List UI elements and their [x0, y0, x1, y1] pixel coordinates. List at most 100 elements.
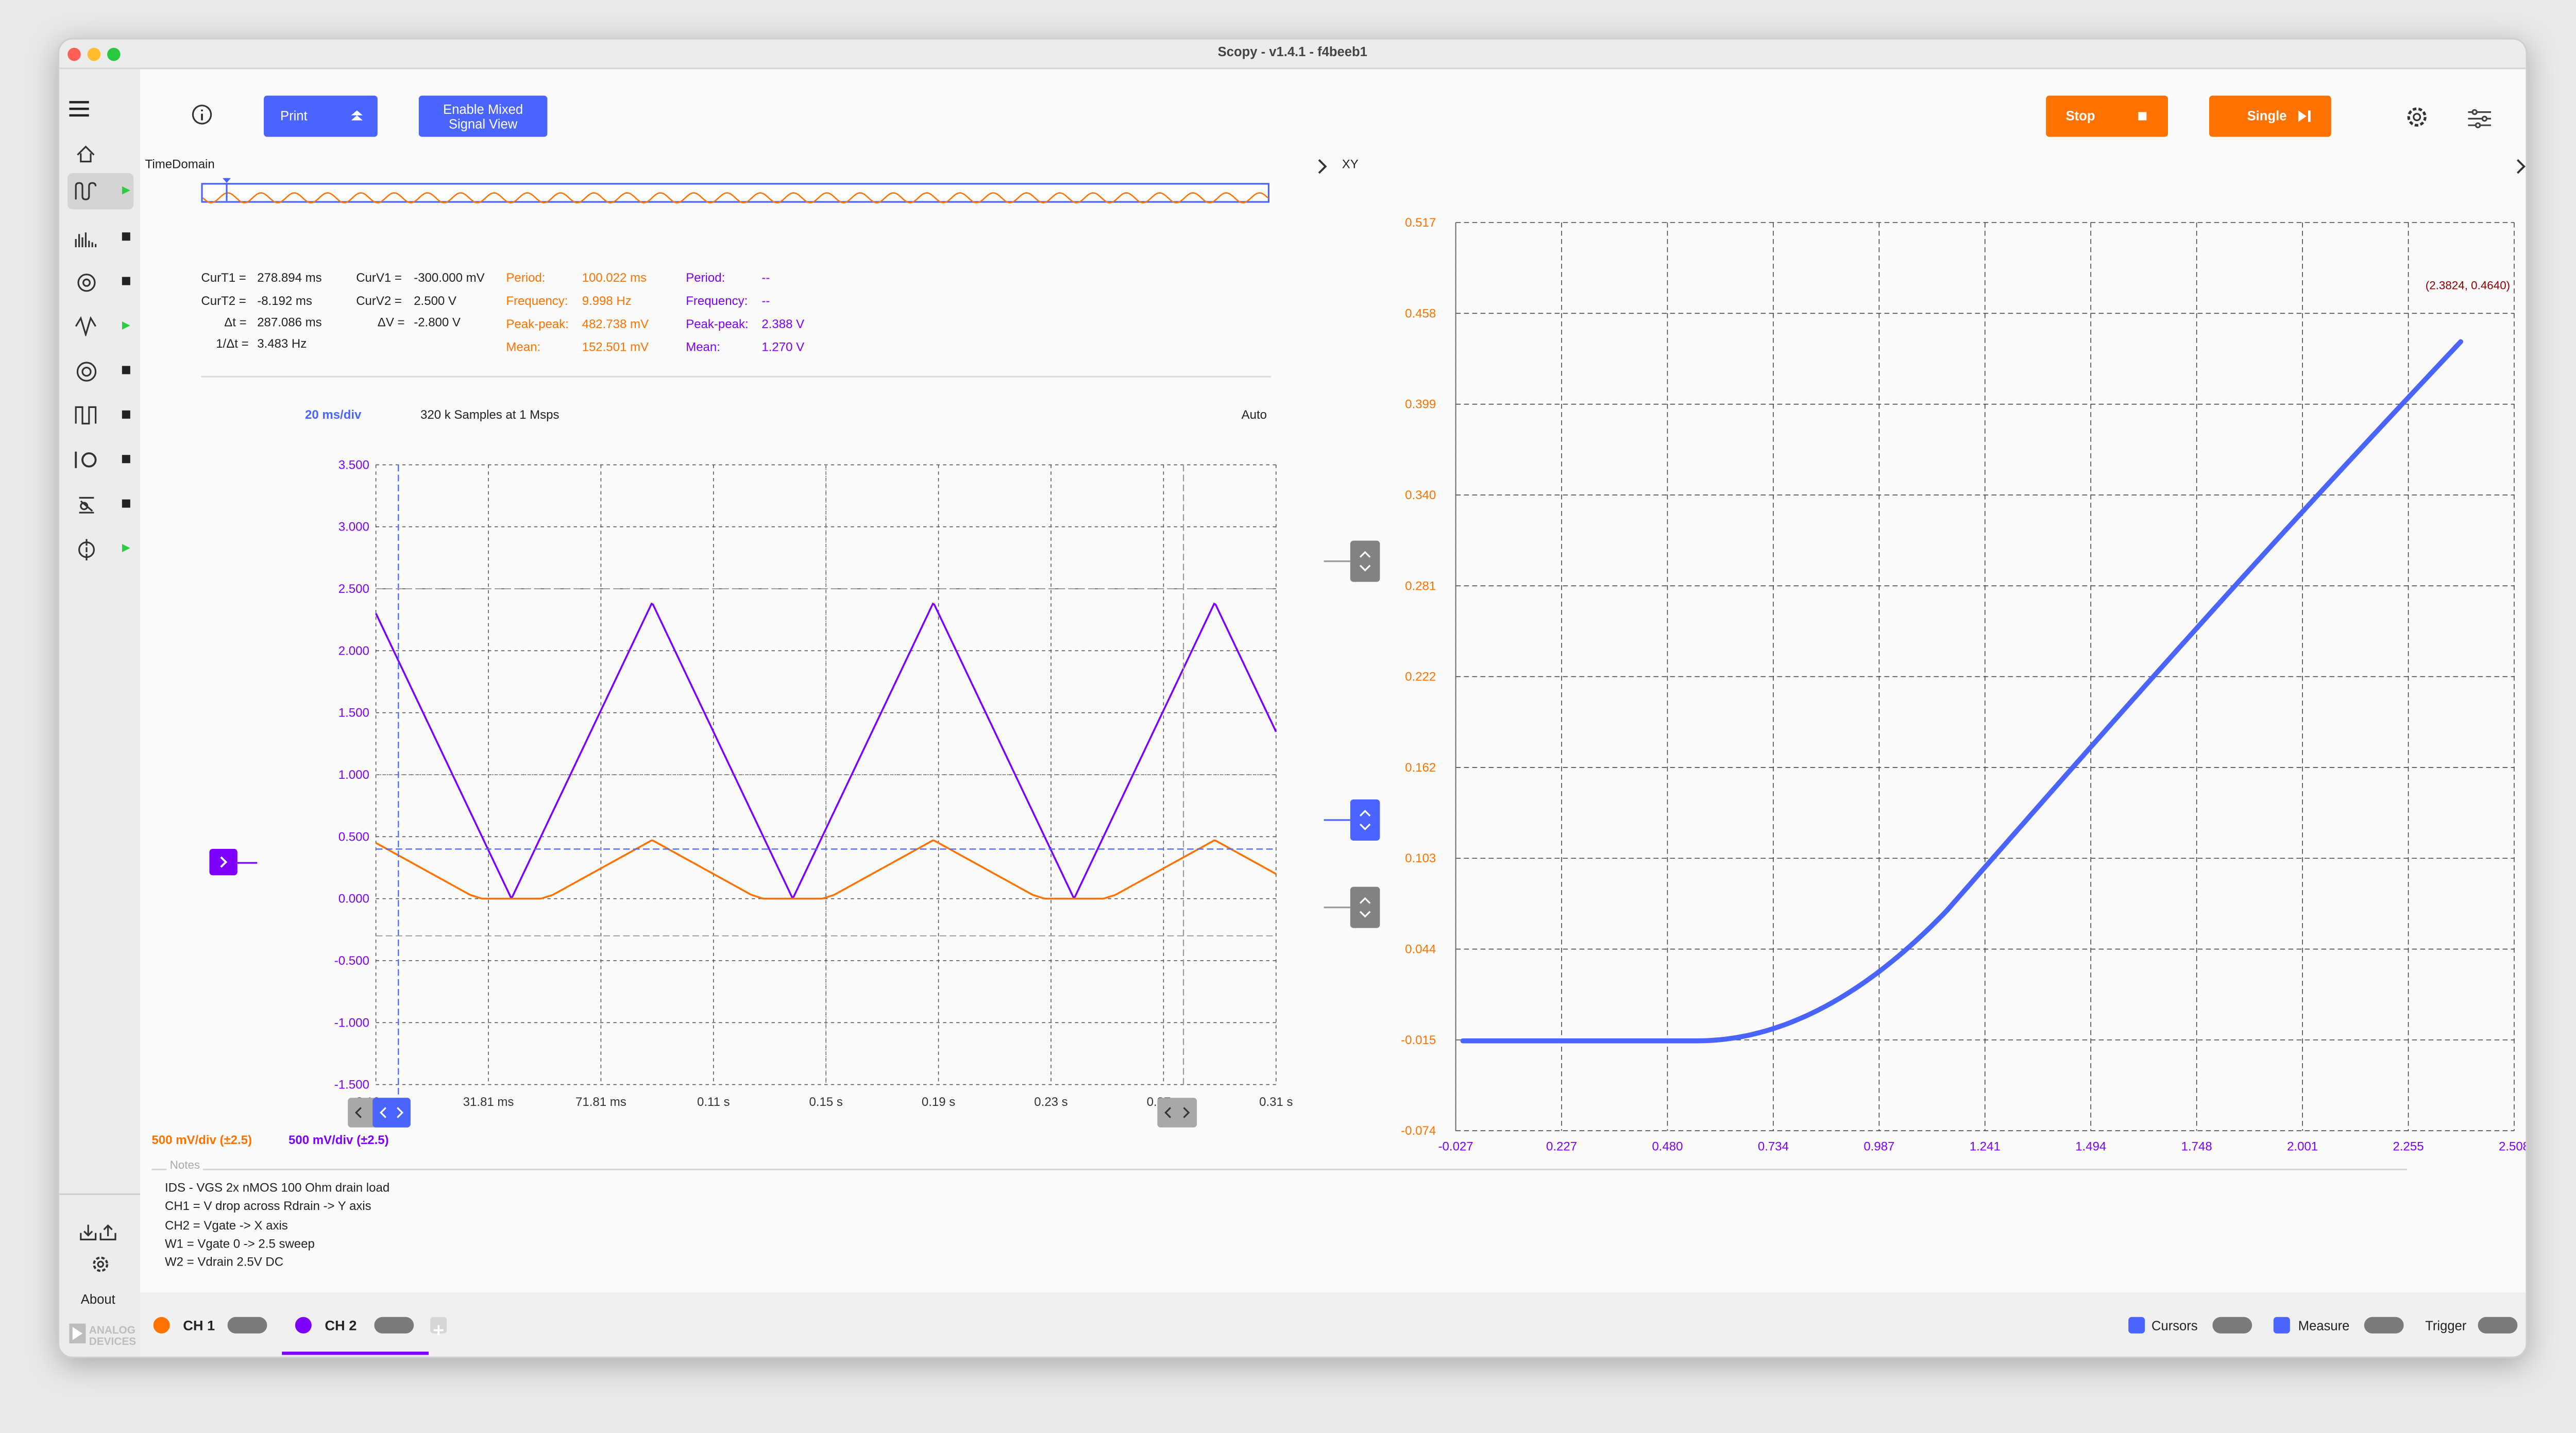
ch1-scale-label[interactable]: 500 mV/div (±2.5) [151, 1132, 252, 1147]
chevron-right-icon[interactable] [1316, 158, 1329, 175]
network-analyzer-icon [67, 271, 104, 293]
ch2-peak-value: 2.388 V [761, 316, 805, 332]
curT1-label: CurT1 = [201, 270, 246, 285]
ch1-frequency-label: Frequency: [506, 293, 568, 309]
enable-mixed-signal-button[interactable]: Enable Mixed Signal View [418, 95, 548, 137]
xy-x-tick-label: 0.734 [1758, 1140, 1789, 1154]
add-channel-button[interactable] [430, 1317, 447, 1336]
x-tick-label: 0.31 s [1259, 1095, 1293, 1109]
notes-title: Notes [166, 1160, 204, 1172]
spectrum-icon [67, 228, 104, 247]
xy-x-tick-label: -0.027 [1438, 1140, 1473, 1154]
ch1-peak-label: Peak-peak: [506, 316, 569, 332]
ch1-label[interactable]: CH 1 [183, 1317, 215, 1334]
chevron-right-icon[interactable] [2514, 158, 2528, 175]
svg-text:DEVICES: DEVICES [89, 1336, 136, 1347]
stop-icon [2138, 112, 2147, 121]
xy-y-tick-label: -0.074 [1401, 1124, 1436, 1138]
sidebar-item-oscilloscope[interactable] [67, 173, 134, 210]
stopped-indicator-icon [122, 366, 130, 374]
about-label[interactable]: About [81, 1292, 115, 1307]
ch2-scale-label[interactable]: 500 mV/div (±2.5) [289, 1132, 389, 1147]
x-tick-label: 0.19 s [922, 1095, 955, 1109]
stop-label: Stop [2065, 109, 2095, 124]
signal-generator-icon [67, 316, 104, 336]
ch1-mean-label: Mean: [506, 339, 541, 354]
notes-line: CH2 = Vgate -> X axis [165, 1217, 288, 1233]
scopy-window: Scopy - v1.4.1 - f4beeb1 About ANALOG DE… [58, 38, 2528, 1358]
xy-plot[interactable]: 0.517 0.458 0.399 0.340 0.281 0.222 0.162 0.103… [1327, 204, 2528, 1161]
single-button[interactable]: Single [2209, 95, 2331, 137]
ch1-toggle[interactable] [227, 1317, 267, 1334]
minimap-waveform [202, 192, 1268, 203]
preferences-gear-icon[interactable] [91, 1253, 110, 1283]
sidebar-item-power-supply[interactable] [67, 486, 133, 522]
analog-devices-logo: ANALOG DEVICES [67, 1322, 137, 1348]
sidebar-item-voltmeter[interactable] [67, 353, 133, 389]
x-tick-label: 71.81 ms [575, 1095, 626, 1109]
chevron-leftright-icon [379, 1107, 404, 1118]
ch2-frequency-value: -- [761, 293, 770, 309]
curT2-label: CurT2 = [201, 293, 246, 309]
sidebar-item-home[interactable] [67, 135, 133, 171]
sidebar-item-calibration[interactable] [67, 531, 133, 567]
single-run-icon [2298, 110, 2311, 122]
notes-line: IDS - VGS 2x nMOS 100 Ohm drain load [165, 1180, 390, 1195]
curT2-value: -8.192 ms [257, 293, 312, 309]
stop-button[interactable]: Stop [2046, 95, 2168, 137]
y-tick-label: 0.000 [338, 892, 369, 906]
stopped-indicator-icon [122, 455, 130, 464]
cursors-toggle[interactable] [2212, 1317, 2252, 1334]
x-tick-label: 0.23 s [1034, 1095, 1067, 1109]
xy-y-tick-label: 0.162 [1405, 761, 1436, 775]
sidebar-item-digital-io[interactable] [67, 442, 133, 478]
ch2-toggle[interactable] [374, 1317, 414, 1334]
overview-minimap[interactable] [201, 183, 1270, 203]
single-label: Single [2247, 109, 2287, 124]
minimap-trace [202, 192, 1268, 203]
ch2-label[interactable]: CH 2 [325, 1317, 357, 1334]
xy-cursor-readout: (2.3824, 0.4640) [2426, 279, 2510, 292]
xy-y-tick-label: 0.517 [1405, 216, 1436, 230]
ch2-mean-value: 1.270 V [761, 339, 805, 354]
ch1-peak-value: 482.738 mV [582, 316, 649, 332]
dv-label: ΔV = [377, 315, 405, 330]
minimap-cursor-icon[interactable] [221, 178, 232, 201]
measure-toggle[interactable] [2364, 1317, 2404, 1334]
inv-dt-label: 1/Δt = [216, 336, 249, 351]
settings-gear-icon[interactable] [2405, 106, 2429, 137]
measure-label[interactable]: Measure [2298, 1319, 2350, 1334]
oscilloscope-main: Print Enable Mixed Signal View Stop Sing… [140, 69, 2528, 1296]
dt-label: Δt = [224, 315, 247, 330]
ch2-mean-label: Mean: [686, 339, 720, 354]
time-cursor-handle-right[interactable] [1157, 1098, 1197, 1128]
ch2-color-dot [295, 1317, 312, 1334]
time-cursor-handle-active[interactable] [372, 1098, 411, 1128]
xy-x-tick-label: 2.508 [2499, 1140, 2528, 1154]
voltmeter-icon [67, 360, 104, 382]
print-button[interactable]: Print [264, 95, 378, 137]
sidebar-item-spectrum[interactable] [67, 219, 133, 255]
cursors-label[interactable]: Cursors [2151, 1319, 2198, 1334]
menu-icon[interactable] [69, 96, 89, 126]
xy-title: XY [1342, 157, 1359, 172]
ch2-offset-handle[interactable] [209, 849, 238, 876]
readout-divider [201, 376, 1272, 378]
xy-y-tick-label: 0.340 [1405, 488, 1436, 502]
y-tick-label: 2.500 [338, 582, 369, 596]
ch2-offset-line [237, 862, 258, 864]
ch1-color-dot [153, 1317, 170, 1334]
info-icon[interactable] [191, 104, 213, 134]
sidebar-item-pattern-generator[interactable] [67, 397, 133, 433]
sidebar-item-signal-generator[interactable] [67, 308, 133, 344]
trigger-label[interactable]: Trigger [2425, 1319, 2466, 1334]
general-settings-icon[interactable] [2468, 107, 2492, 137]
ch2-frequency-label: Frequency: [686, 293, 748, 309]
sidebar-divider [59, 1193, 140, 1195]
digital-io-icon [67, 450, 104, 470]
sidebar-item-network[interactable] [67, 264, 133, 300]
running-indicator-icon [122, 186, 130, 195]
time-domain-plot[interactable]: 3.500 3.000 2.500 2.000 1.500 1.000 0.500 0.000… [206, 419, 1344, 1128]
trigger-toggle[interactable] [2478, 1317, 2518, 1334]
save-load-icon[interactable] [79, 1220, 119, 1250]
